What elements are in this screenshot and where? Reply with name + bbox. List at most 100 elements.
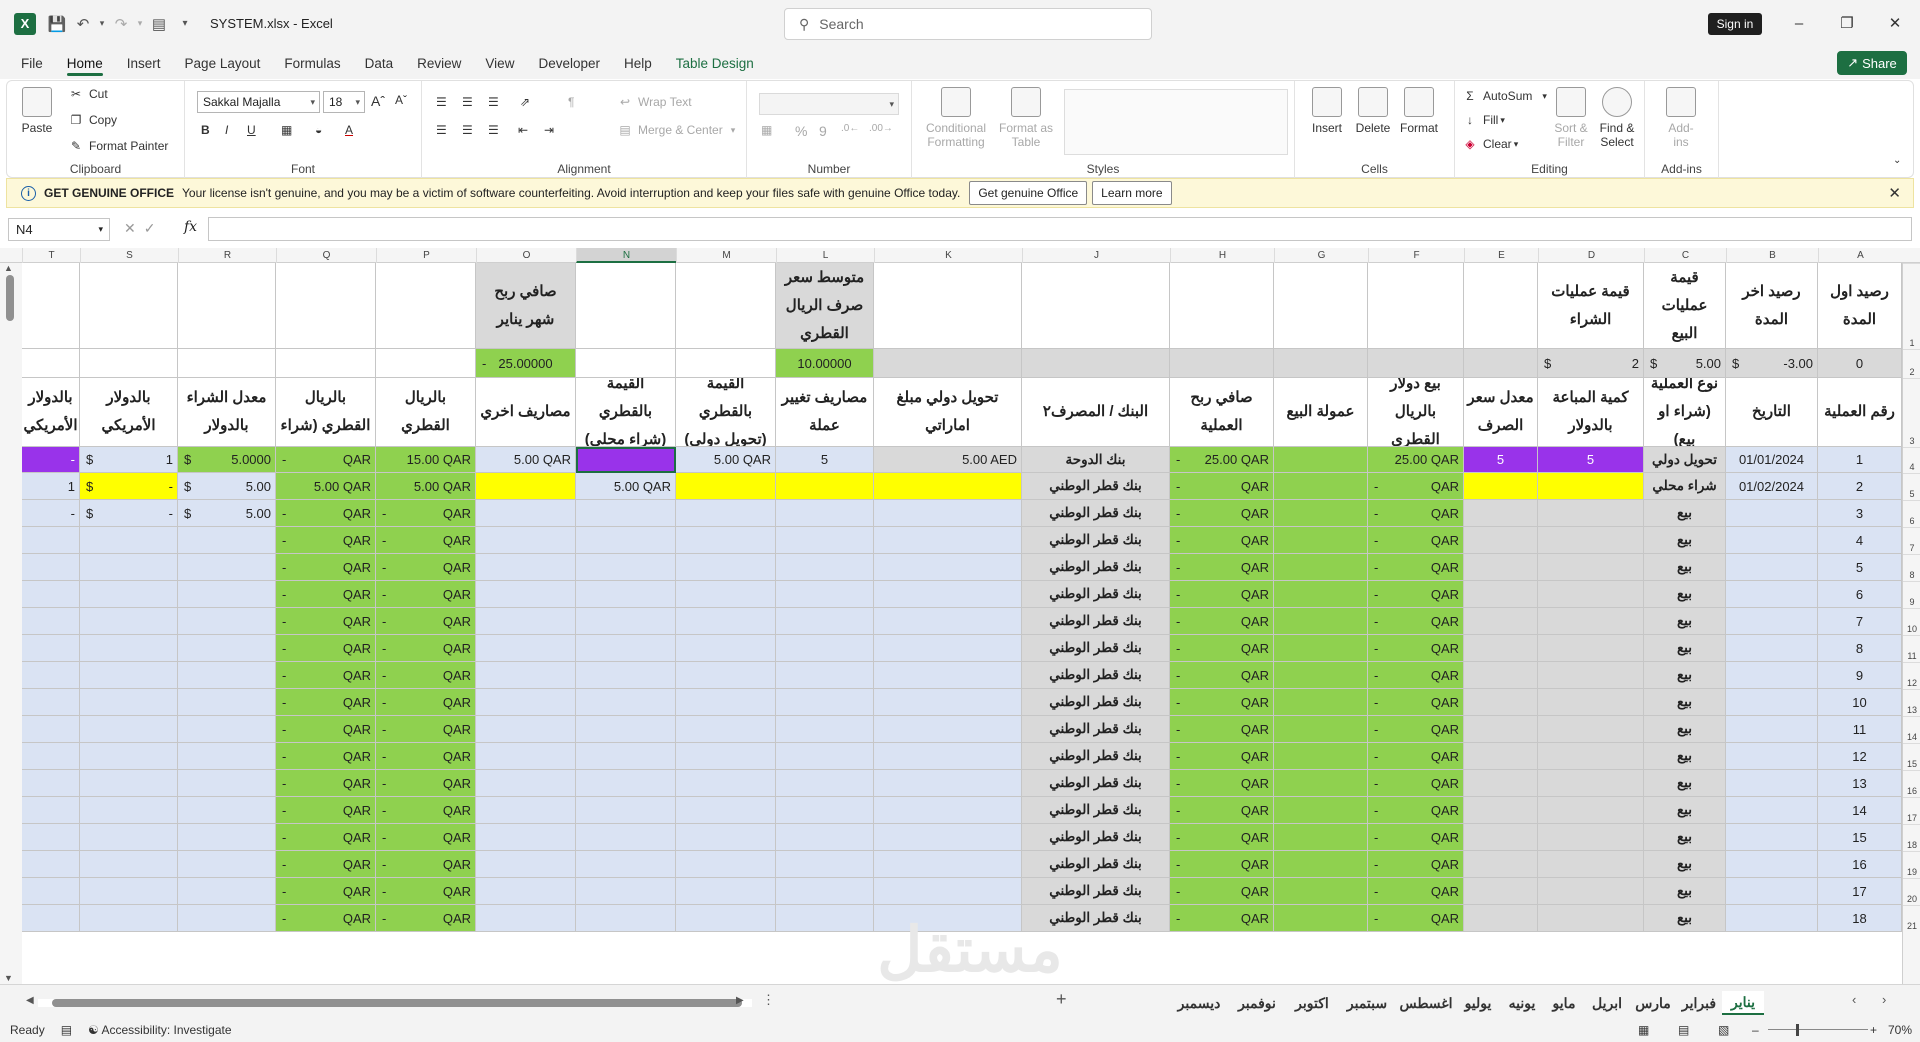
next-sheet-icon[interactable]: › <box>1882 992 1886 1007</box>
undo-dropdown-icon[interactable]: ▾ <box>96 11 108 37</box>
row-header[interactable]: 10 <box>1903 608 1920 635</box>
align-middle-icon[interactable]: ☰ <box>462 95 473 109</box>
empty-cell[interactable] <box>676 581 776 608</box>
empty-cell[interactable] <box>874 716 1022 743</box>
empty-cell[interactable] <box>80 662 178 689</box>
column-title-l[interactable]: مصاريف تغيير عملة <box>776 378 874 447</box>
summary-cell[interactable] <box>1464 349 1538 378</box>
total-qar-transfer[interactable]: - QAR <box>376 689 476 716</box>
search-input[interactable]: ⚲ Search <box>784 8 1152 40</box>
amount-usd[interactable] <box>1538 527 1644 554</box>
row-header[interactable]: 12 <box>1903 662 1920 689</box>
empty-cell[interactable] <box>476 689 576 716</box>
sheet-tab[interactable]: فبراير <box>1676 991 1722 1015</box>
header-cell-m[interactable] <box>676 263 776 349</box>
empty-cell[interactable] <box>776 905 874 932</box>
empty-cell[interactable] <box>874 797 1022 824</box>
op-type[interactable]: بيع <box>1644 878 1726 905</box>
summary-cell[interactable] <box>22 349 80 378</box>
op-type[interactable]: بيع <box>1644 689 1726 716</box>
empty-cell[interactable] <box>576 662 676 689</box>
total-qar-local[interactable]: - QAR <box>276 824 376 851</box>
column-title-h[interactable]: صافي ربح العملية <box>1170 378 1274 447</box>
row-header[interactable]: 13 <box>1903 689 1920 716</box>
bank[interactable]: بنك قطر الوطني <box>1022 500 1170 527</box>
header-cell-d[interactable]: قيمة عمليات الشراء <box>1538 263 1644 349</box>
column-title-f[interactable]: بيع دولار بالريال القطري <box>1368 378 1464 447</box>
page-break-view-icon[interactable]: ▧ <box>1718 1023 1729 1037</box>
sell-qar[interactable]: - QAR <box>1368 824 1464 851</box>
sell-qar[interactable]: - QAR <box>1368 527 1464 554</box>
net-profit[interactable]: - QAR <box>1170 473 1274 500</box>
bank[interactable]: بنك قطر الوطني <box>1022 878 1170 905</box>
bank[interactable]: بنك قطر الوطني <box>1022 527 1170 554</box>
net-profit[interactable]: - QAR <box>1170 554 1274 581</box>
op-number[interactable]: 13 <box>1818 770 1902 797</box>
op-date[interactable] <box>1726 905 1818 932</box>
empty-cell[interactable] <box>576 554 676 581</box>
row-header[interactable]: 14 <box>1903 716 1920 743</box>
amount-usd[interactable] <box>1538 608 1644 635</box>
empty-cell[interactable] <box>676 527 776 554</box>
format-as-table-button[interactable]: Format as Table <box>996 87 1056 149</box>
sort-filter-button[interactable]: Sort & Filter <box>1551 87 1591 149</box>
total-qar-transfer[interactable]: - QAR <box>376 878 476 905</box>
tab-help[interactable]: Help <box>624 47 652 79</box>
summary-cell[interactable] <box>178 349 276 378</box>
avg-exchange-rate-cell[interactable]: 10.00000 <box>776 349 874 378</box>
empty-cell[interactable] <box>22 635 80 662</box>
empty-cell[interactable] <box>776 662 874 689</box>
format-cells-button[interactable]: Format <box>1397 87 1441 135</box>
sell-commission[interactable] <box>1274 581 1368 608</box>
row-header[interactable]: 6 <box>1903 500 1920 527</box>
empty-cell[interactable] <box>676 662 776 689</box>
empty-cell[interactable] <box>178 797 276 824</box>
purchase-rate-usd[interactable]: $5.00 <box>178 473 276 500</box>
sell-qar[interactable]: - QAR <box>1368 662 1464 689</box>
total-qar-local[interactable]: - QAR <box>276 797 376 824</box>
column-header-l[interactable]: L <box>776 248 874 263</box>
op-date[interactable] <box>1726 500 1818 527</box>
previous-sheet-icon[interactable]: ‹ <box>1852 992 1856 1007</box>
change-fee[interactable]: 5 <box>776 447 874 473</box>
bank[interactable]: بنك قطر الوطني <box>1022 635 1170 662</box>
empty-cell[interactable] <box>576 797 676 824</box>
decrease-decimal-icon[interactable]: .00→ <box>869 123 893 134</box>
column-title-s[interactable]: اجمالي القيمة بالدولار الأمريكي (تحويل د… <box>80 378 178 447</box>
total-qar-transfer[interactable]: 15.00 QAR <box>376 447 476 473</box>
empty-cell[interactable] <box>80 851 178 878</box>
column-header-r[interactable]: R <box>178 248 276 263</box>
cancel-confirm-icons[interactable]: ✕✓ <box>124 220 163 237</box>
increase-decimal-icon[interactable]: .0← <box>841 123 859 134</box>
op-date[interactable]: 01/01/2024 <box>1726 447 1818 473</box>
fill-button[interactable]: ↓ Fill ▾ <box>1463 113 1505 127</box>
summary-cell[interactable] <box>576 349 676 378</box>
value-qar-transfer[interactable] <box>676 473 776 500</box>
amount-usd[interactable] <box>1538 635 1644 662</box>
sell-commission[interactable] <box>1274 635 1368 662</box>
transfer-aed[interactable]: 5.00 AED <box>874 447 1022 473</box>
empty-cell[interactable] <box>178 905 276 932</box>
change-fee[interactable] <box>776 500 874 527</box>
exchange-rate[interactable] <box>1464 581 1538 608</box>
scroll-left-icon[interactable]: ◀ <box>26 995 34 1006</box>
header-cell-p[interactable] <box>376 263 476 349</box>
sheet-tab[interactable]: يناير <box>1722 991 1764 1015</box>
close-icon[interactable]: ✕ <box>1888 184 1901 202</box>
empty-cell[interactable] <box>80 635 178 662</box>
column-header-o[interactable]: O <box>476 248 576 263</box>
wrap-text-button[interactable]: ↩ Wrap Text <box>618 95 692 109</box>
empty-cell[interactable] <box>476 608 576 635</box>
row-header[interactable]: 7 <box>1903 527 1920 554</box>
total-qar-transfer[interactable]: - QAR <box>376 716 476 743</box>
net-profit[interactable]: - QAR <box>1170 743 1274 770</box>
op-type[interactable]: شراء محلي <box>1644 473 1726 500</box>
sell-qar[interactable]: - QAR <box>1368 905 1464 932</box>
total-usd-local[interactable]: 1 <box>22 473 80 500</box>
sell-commission[interactable] <box>1274 662 1368 689</box>
bank[interactable]: بنك قطر الوطني <box>1022 689 1170 716</box>
comma-style-icon[interactable]: 9 <box>819 123 827 139</box>
horizontal-scrollbar[interactable] <box>38 999 752 1007</box>
amount-usd[interactable] <box>1538 500 1644 527</box>
get-genuine-button[interactable]: Get genuine Office <box>969 181 1088 205</box>
